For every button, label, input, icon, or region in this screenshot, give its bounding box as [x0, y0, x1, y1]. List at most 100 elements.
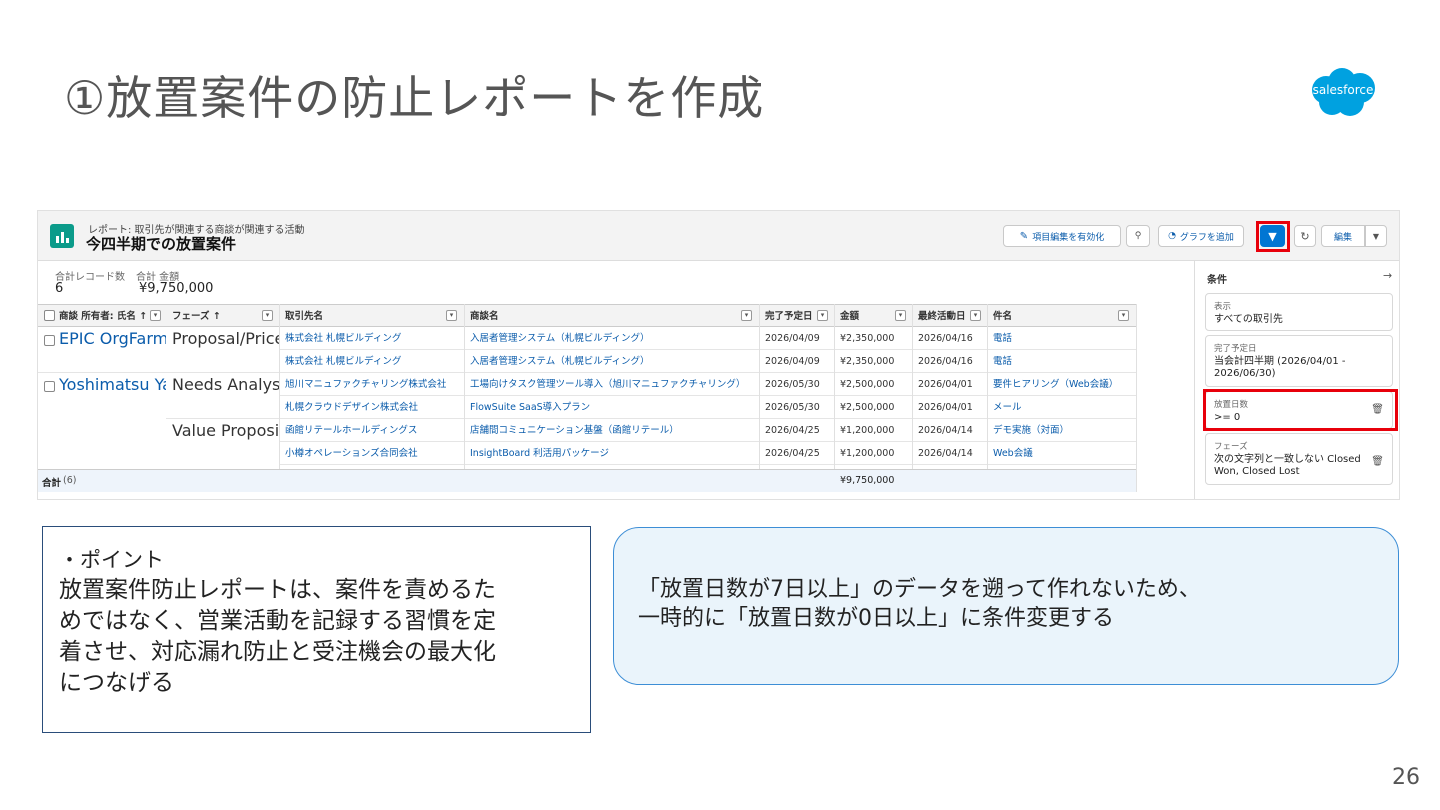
total-count: (6): [63, 475, 77, 486]
table-row: 札幌クラウドデザイン株式会社 FlowSuite SaaS導入プラン 2026/…: [279, 396, 1136, 419]
table-row: 株式会社 札幌ビルディング 入居者管理システム（札幌ビルディング） 2026/0…: [279, 350, 1136, 373]
amount-cell: ¥2,500,000: [834, 373, 912, 396]
account-cell[interactable]: 札幌クラウドデザイン株式会社: [279, 396, 464, 419]
account-cell[interactable]: 小樽オペレーションズ合同会社: [279, 442, 464, 465]
total-label: 合計: [42, 478, 62, 489]
table-row: 株式会社 札幌ビルディング 入居者管理システム（札幌ビルディング） 2026/0…: [279, 327, 1136, 350]
amount-cell: ¥1,200,000: [834, 442, 912, 465]
opportunity-cell[interactable]: 入居者管理システム（札幌ビルディング）: [464, 350, 759, 373]
account-cell[interactable]: 函館リテールホールディングス: [279, 419, 464, 442]
column-last-activity-menu[interactable]: ▾: [970, 310, 981, 321]
group-phase-3: Value Proposition (2): [172, 421, 279, 440]
column-close-date-menu[interactable]: ▾: [817, 310, 828, 321]
subject-cell[interactable]: 電話: [987, 350, 1136, 373]
last-activity-cell: 2026/04/16: [912, 350, 987, 373]
opportunity-cell[interactable]: 工場向けタスク管理ツール導入（旭川マニュファクチャリング）: [464, 373, 759, 396]
group-phase-1: Proposal/Price Quote (2): [172, 329, 279, 348]
last-activity-cell: 2026/04/16: [912, 327, 987, 350]
note-line-1: 「放置日数が7日以上」のデータを遡って作れないため、: [638, 577, 1201, 602]
subject-cell[interactable]: デモ実施（対面）: [987, 419, 1136, 442]
logo-text: salesforce: [1312, 83, 1374, 97]
total-row: 合計 (6) ¥9,750,000: [38, 469, 1136, 492]
subject-cell[interactable]: 要件ヒアリング（Web会議）: [987, 373, 1136, 396]
filters-panel: 条件 → 表示 すべての取引先 完了予定日 当会計四半期 (2026/04/01…: [1194, 261, 1399, 499]
pencil-icon: ✎: [1019, 230, 1029, 242]
opportunity-cell[interactable]: 店舗間コミュニケーション基盤（函館リテール）: [464, 419, 759, 442]
amount-cell: ¥2,500,000: [834, 396, 912, 419]
search-icon: ⚲: [1134, 231, 1142, 241]
account-cell[interactable]: 株式会社 札幌ビルディング: [279, 327, 464, 350]
table-row: 小樽オペレーションズ合同会社 InsightBoard 利活用パッケージ 202…: [279, 442, 1136, 465]
subject-cell[interactable]: メール: [987, 396, 1136, 419]
subject-cell[interactable]: 電話: [987, 327, 1136, 350]
enable-field-edit-button[interactable]: ✎ 項目編集を有効化: [1003, 225, 1121, 247]
table-header-row: 商談 所有者: 氏名 ↑ ▾ フェーズ ↑ ▾ 取引先名 ▾ 商談名 ▾ 完了予…: [38, 304, 1136, 327]
filter-close-date[interactable]: 完了予定日 当会計四半期 (2026/04/01 - 2026/06/30): [1205, 335, 1393, 387]
report-panel: レポート: 取引先が関連する商談が関連する活動 今四半期での放置案件 ✎ 項目編…: [37, 210, 1400, 500]
search-button[interactable]: ⚲: [1126, 225, 1150, 247]
column-owner[interactable]: 商談 所有者: 氏名 ↑: [38, 304, 166, 327]
point-box: ・ポイント 放置案件防止レポートは、案件を責めるた めではなく、営業活動を記録す…: [42, 526, 591, 733]
refresh-icon: ↻: [1300, 229, 1310, 243]
edit-button[interactable]: 編集: [1321, 225, 1365, 247]
column-owner-menu[interactable]: ▾: [150, 310, 161, 321]
opportunity-cell[interactable]: InsightBoard 利活用パッケージ: [464, 442, 759, 465]
slide-title: ①放置案件の防止レポートを作成: [64, 71, 765, 125]
add-chart-button[interactable]: ◔ グラフを追加: [1158, 225, 1244, 247]
filters-header: 条件: [1207, 275, 1227, 286]
note-box: 「放置日数が7日以上」のデータを遡って作れないため、 一時的に「放置日数が0日以…: [613, 527, 1399, 685]
amount-cell: ¥2,350,000: [834, 350, 912, 373]
close-date-cell: 2026/05/30: [759, 373, 834, 396]
column-account[interactable]: 取引先名: [279, 304, 464, 327]
report-header: レポート: 取引先が関連する商談が関連する活動 今四半期での放置案件 ✎ 項目編…: [38, 211, 1399, 261]
column-subject[interactable]: 件名: [987, 304, 1136, 327]
table-row: 旭川マニュファクチャリング株式会社 工場向けタスク管理ツール導入（旭川マニュファ…: [279, 373, 1136, 396]
column-subject-menu[interactable]: ▾: [1118, 310, 1129, 321]
row-checkbox[interactable]: [44, 381, 55, 392]
close-date-cell: 2026/05/30: [759, 396, 834, 419]
filter-button-highlight: [1256, 221, 1290, 252]
report-icon: [50, 224, 74, 248]
trash-icon[interactable]: 🗑: [1371, 456, 1384, 467]
amount-cell: ¥1,200,000: [834, 419, 912, 442]
group-owner-1[interactable]: EPIC OrgFarm (2): [38, 327, 166, 350]
page-number: 26: [1392, 765, 1420, 790]
group-phase-2: Needs Analysis (2): [172, 375, 279, 394]
group-owner-2[interactable]: Yoshimatsu Yasuhiro (4): [38, 373, 166, 396]
select-all-checkbox[interactable]: [44, 310, 55, 321]
close-date-cell: 2026/04/25: [759, 419, 834, 442]
opportunity-cell[interactable]: 入居者管理システム（札幌ビルディング）: [464, 327, 759, 350]
filter-phase[interactable]: フェーズ 次の文字列と一致しない Closed Won, Closed Lost…: [1205, 433, 1393, 485]
subject-cell[interactable]: Web会議: [987, 442, 1136, 465]
refresh-button[interactable]: ↻: [1294, 225, 1316, 247]
idle-days-highlight: [1203, 389, 1398, 431]
account-cell[interactable]: 株式会社 札幌ビルディング: [279, 350, 464, 373]
close-date-cell: 2026/04/09: [759, 327, 834, 350]
point-heading: ・ポイント: [59, 548, 164, 572]
last-activity-cell: 2026/04/14: [912, 419, 987, 442]
close-date-cell: 2026/04/25: [759, 442, 834, 465]
column-opportunity-menu[interactable]: ▾: [741, 310, 752, 321]
last-activity-cell: 2026/04/01: [912, 373, 987, 396]
arrow-right-icon[interactable]: →: [1383, 269, 1392, 282]
report-title: 今四半期での放置案件: [86, 235, 237, 253]
account-cell[interactable]: 旭川マニュファクチャリング株式会社: [279, 373, 464, 396]
last-activity-cell: 2026/04/14: [912, 442, 987, 465]
filter-show[interactable]: 表示 すべての取引先: [1205, 293, 1393, 331]
column-opportunity[interactable]: 商談名: [464, 304, 759, 327]
chevron-down-icon: ▼: [1372, 231, 1380, 241]
table-row: 函館リテールホールディングス 店舗間コミュニケーション基盤（函館リテール） 20…: [279, 419, 1136, 442]
column-account-menu[interactable]: ▾: [446, 310, 457, 321]
row-checkbox[interactable]: [44, 335, 55, 346]
column-amount-menu[interactable]: ▾: [895, 310, 906, 321]
more-actions-button[interactable]: ▼: [1365, 225, 1387, 247]
note-line-2: 一時的に「放置日数が0日以上」に条件変更する: [638, 606, 1114, 631]
record-count-label: 合計レコード数: [55, 272, 125, 283]
record-count-value: 6: [55, 281, 64, 296]
opportunity-cell[interactable]: FlowSuite SaaS導入プラン: [464, 396, 759, 419]
salesforce-logo: salesforce: [1304, 66, 1382, 118]
close-date-cell: 2026/04/09: [759, 350, 834, 373]
amount-total-value: ¥9,750,000: [139, 281, 214, 296]
point-text: 放置案件防止レポートは、案件を責めるた めではなく、営業活動を記録する習慣を定 …: [59, 577, 496, 696]
column-phase-menu[interactable]: ▾: [262, 310, 273, 321]
